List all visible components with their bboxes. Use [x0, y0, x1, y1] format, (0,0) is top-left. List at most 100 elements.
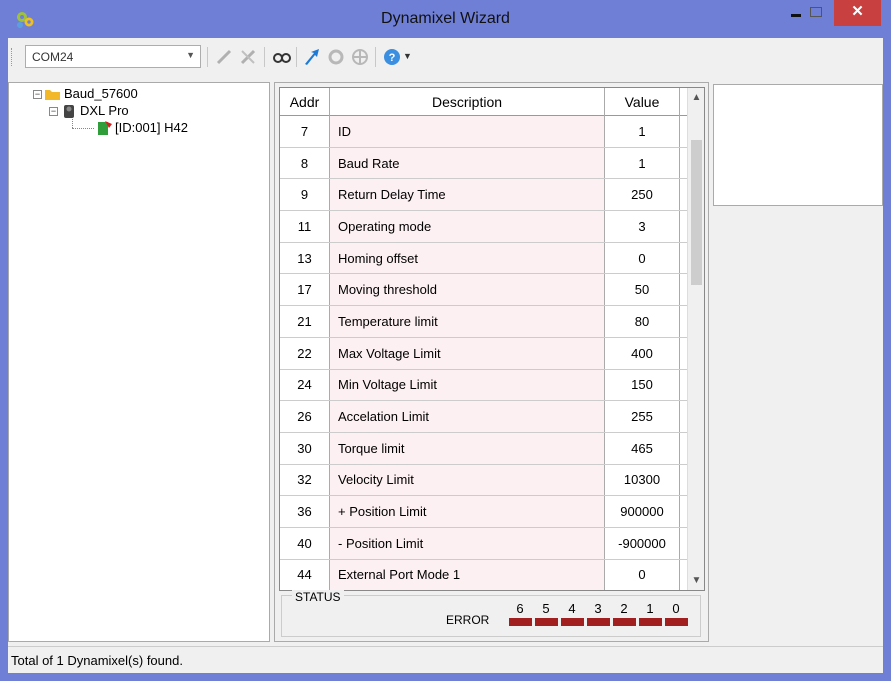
column-header-value[interactable]: Value	[605, 88, 680, 116]
tree-collapse-toggle[interactable]: −	[33, 90, 42, 99]
tree-node-device[interactable]: [ID:001] H42	[115, 120, 188, 135]
description-cell: Moving threshold	[330, 274, 605, 306]
value-cell[interactable]: 1	[605, 116, 680, 147]
error-bit-led	[509, 618, 532, 626]
table-row[interactable]: 13 Homing offset 0	[280, 242, 689, 275]
help-icon[interactable]: ?	[382, 47, 402, 67]
addr-cell: 24	[280, 369, 330, 401]
firmware-update-icon[interactable]	[302, 47, 322, 67]
table-row[interactable]: 36 + Position Limit 900000	[280, 496, 689, 528]
value-cell[interactable]: 80	[605, 306, 680, 337]
error-bit-led	[613, 618, 636, 626]
value-cell[interactable]: -900000	[605, 527, 680, 559]
error-bit: 2	[612, 601, 636, 627]
error-bit: 6	[508, 601, 532, 627]
description-cell: Return Delay Time	[330, 179, 605, 211]
value-cell[interactable]: 3	[605, 211, 680, 242]
addr-cell: 36	[280, 496, 330, 527]
toolbar-grip[interactable]	[11, 48, 14, 66]
table-row[interactable]: 40- Position Limit -900000	[280, 527, 689, 560]
addr-cell: 7	[280, 116, 330, 147]
column-header-description[interactable]: Description	[330, 88, 605, 116]
table-row[interactable]: 30 Torque limit 465	[280, 432, 689, 465]
error-bit-number: 6	[516, 601, 524, 616]
port-value: COM24	[32, 50, 74, 64]
description-cell: Operating mode	[330, 211, 605, 242]
tree-node-baud[interactable]: Baud_57600	[64, 86, 138, 101]
table-row[interactable]: 17 Moving threshold 50	[280, 274, 689, 307]
table-row[interactable]: 11 Operating mode 3	[280, 211, 689, 243]
table-row[interactable]: 44 External Port Mode 10	[280, 559, 689, 590]
description-cell: + Position Limit	[330, 496, 605, 527]
table-row[interactable]: 32 Velocity Limit 10300	[280, 464, 689, 497]
detail-box	[713, 84, 883, 206]
table-row[interactable]: 9 Return Delay Time 250	[280, 179, 689, 212]
settings-icon[interactable]	[350, 47, 370, 67]
control-table-panel: Addr Description Value 7 ID 1 8 Baud Rate 1 9 R…	[274, 82, 709, 642]
tree-node-model[interactable]: DXL Pro	[80, 103, 129, 118]
description-cell: - Position Limit	[330, 527, 605, 559]
error-label: ERROR	[446, 613, 490, 627]
maximize-button[interactable]	[800, 0, 832, 26]
error-bit-led	[587, 618, 610, 626]
title-bar[interactable]: Dynamixel Wizard ✕	[0, 0, 891, 38]
scroll-up-icon[interactable]: ▲	[688, 92, 704, 103]
device-icon	[98, 121, 112, 135]
port-select[interactable]: COM24 ▼	[25, 45, 201, 68]
folder-icon	[45, 90, 60, 100]
addr-cell: 44	[280, 559, 330, 590]
value-cell[interactable]: 900000	[605, 496, 680, 527]
error-bit-number: 4	[568, 601, 576, 616]
addr-cell: 11	[280, 211, 330, 242]
scroll-down-icon[interactable]: ▼	[688, 575, 704, 586]
disconnect-icon[interactable]	[238, 47, 258, 67]
tree-connector	[72, 119, 73, 128]
value-cell[interactable]: 0	[605, 559, 680, 590]
device-tree[interactable]: − Baud_57600 − DXL Pro [ID:001] H42	[8, 82, 270, 642]
value-cell[interactable]: 50	[605, 274, 680, 306]
toolbar-separator	[296, 47, 297, 67]
description-cell: ID	[330, 116, 605, 147]
tree-collapse-toggle[interactable]: −	[49, 107, 58, 116]
value-cell[interactable]: 465	[605, 432, 680, 464]
table-row[interactable]: 24 Min Voltage Limit 150	[280, 369, 689, 402]
table-row[interactable]: 7 ID 1	[280, 116, 689, 148]
tree-connector	[72, 128, 94, 129]
error-bit-led	[535, 618, 558, 626]
value-cell[interactable]: 250	[605, 179, 680, 211]
error-bit: 4	[560, 601, 584, 627]
description-cell: Torque limit	[330, 432, 605, 464]
scrollbar-thumb[interactable]	[691, 140, 702, 285]
table-row[interactable]: 26 Accelation Limit 255	[280, 401, 689, 433]
addr-cell: 32	[280, 464, 330, 496]
addr-cell: 8	[280, 147, 330, 179]
close-button[interactable]: ✕	[834, 0, 881, 26]
column-header-addr[interactable]: Addr	[280, 88, 330, 116]
refresh-icon[interactable]	[326, 47, 346, 67]
table-row[interactable]: 8 Baud Rate 1	[280, 147, 689, 180]
app-window: Dynamixel Wizard ✕ COM24 ▼ ? ▼ − Baud_57…	[0, 0, 891, 681]
value-cell[interactable]: 0	[605, 242, 680, 274]
error-bit-number: 1	[646, 601, 654, 616]
description-cell: Baud Rate	[330, 147, 605, 179]
description-cell: Min Voltage Limit	[330, 369, 605, 401]
help-dropdown-chevron-icon[interactable]: ▼	[403, 51, 412, 61]
value-cell[interactable]: 255	[605, 401, 680, 432]
connect-icon[interactable]	[214, 47, 234, 67]
value-cell[interactable]: 400	[605, 337, 680, 369]
value-cell[interactable]: 1	[605, 147, 680, 179]
value-cell[interactable]: 10300	[605, 464, 680, 496]
table-row[interactable]: 22 Max Voltage Limit 400	[280, 337, 689, 370]
error-bit: 0	[664, 601, 688, 627]
chevron-down-icon: ▼	[186, 50, 195, 60]
search-icon[interactable]	[272, 47, 292, 67]
description-cell: Velocity Limit	[330, 464, 605, 496]
description-cell: Max Voltage Limit	[330, 337, 605, 369]
grid-rows: 7 ID 1 8 Baud Rate 1 9 Return Delay Time 250 11 Op…	[280, 116, 689, 590]
vertical-scrollbar[interactable]: ▲ ▼	[687, 88, 704, 590]
value-cell[interactable]: 150	[605, 369, 680, 401]
description-cell: Homing offset	[330, 242, 605, 274]
addr-cell: 9	[280, 179, 330, 211]
table-row[interactable]: 21 Temperature limit 80	[280, 306, 689, 338]
control-table-grid[interactable]: Addr Description Value 7 ID 1 8 Baud Rate 1 9 R…	[279, 87, 705, 591]
